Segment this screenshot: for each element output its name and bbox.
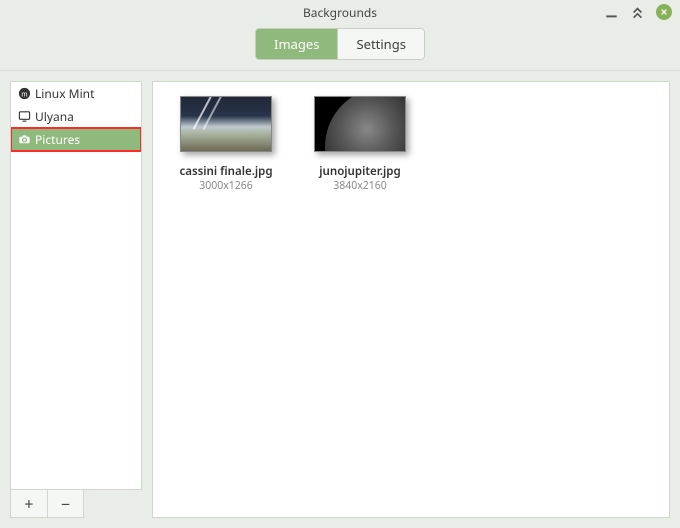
image-gallery: cassini finale.jpg 3000x1266 junojupiter… [152,81,670,518]
sidebar-item-label: Linux Mint [35,85,94,102]
tab-settings[interactable]: Settings [337,29,423,59]
content-area: m Linux Mint Ulyana Pictures + − [0,71,680,528]
close-button[interactable] [656,4,672,20]
tab-group: Images Settings [255,28,425,60]
maximize-button[interactable] [630,5,644,19]
window-title: Backgrounds [303,4,377,21]
tab-settings-label: Settings [356,35,405,53]
thumbnail-preview [180,96,272,152]
svg-text:m: m [21,89,27,98]
thumbnail-filename: cassini finale.jpg [179,164,272,179]
window-controls [604,4,672,20]
remove-folder-button[interactable]: − [47,490,83,517]
camera-icon [17,133,31,147]
thumbnail-preview [314,96,406,152]
tab-images-label: Images [274,35,319,53]
sidebar-item-linux-mint[interactable]: m Linux Mint [11,82,141,105]
sidebar-item-pictures[interactable]: Pictures [11,128,141,151]
image-thumbnail[interactable]: cassini finale.jpg 3000x1266 [171,96,281,193]
sidebar-item-label: Pictures [35,131,80,148]
mint-logo-icon: m [17,87,31,101]
thumbnail-dimensions: 3000x1266 [199,179,253,193]
titlebar: Backgrounds [0,0,680,24]
sidebar-item-label: Ulyana [35,108,74,125]
monitor-icon [17,110,31,124]
minimize-button[interactable] [604,5,618,19]
thumbnail-dimensions: 3840x2160 [333,179,387,193]
tab-bar: Images Settings [0,24,680,70]
minus-icon: − [61,493,70,515]
tab-images[interactable]: Images [256,29,337,59]
thumbnail-filename: junojupiter.jpg [319,164,400,179]
sidebar-column: m Linux Mint Ulyana Pictures + − [10,81,142,518]
sidebar-buttons: + − [10,490,84,518]
plus-icon: + [24,493,33,515]
add-folder-button[interactable]: + [11,490,47,517]
folder-sidebar: m Linux Mint Ulyana Pictures [10,81,142,490]
sidebar-item-ulyana[interactable]: Ulyana [11,105,141,128]
image-thumbnail[interactable]: junojupiter.jpg 3840x2160 [305,96,415,193]
